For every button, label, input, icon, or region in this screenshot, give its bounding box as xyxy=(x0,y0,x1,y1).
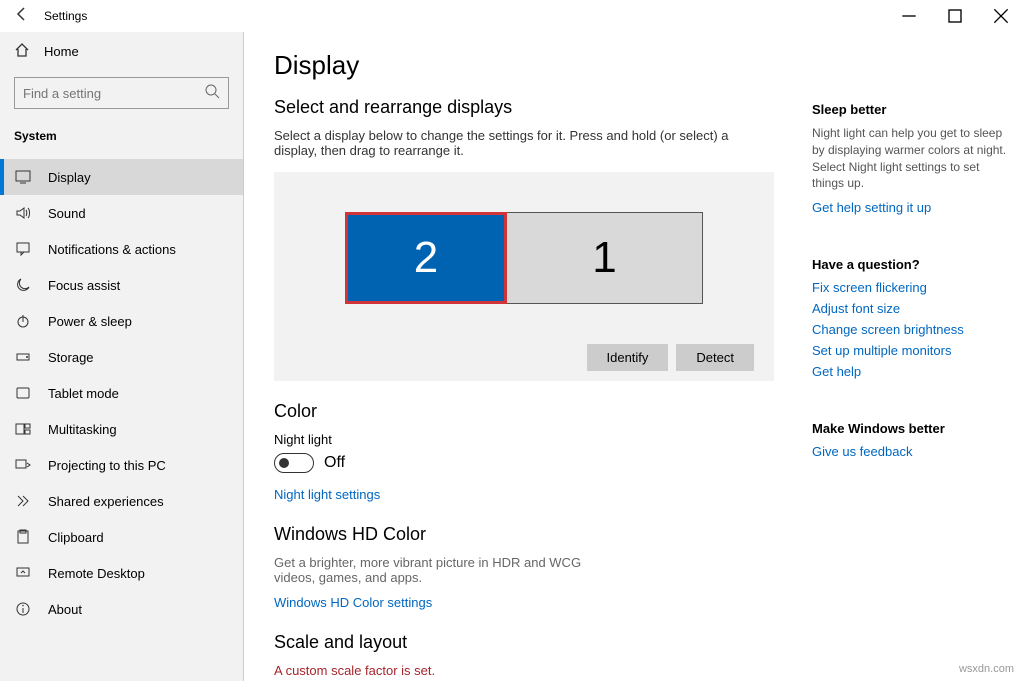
color-heading: Color xyxy=(274,401,774,422)
monitor-2[interactable]: 2 xyxy=(345,212,507,304)
search-input[interactable] xyxy=(23,86,204,101)
question-heading: Have a question? xyxy=(812,257,1008,272)
nav-list: Display Sound Notifications & actions Fo… xyxy=(0,159,243,627)
sidebar: Home System Display Sound Notifications … xyxy=(0,32,244,681)
clipboard-icon xyxy=(14,529,32,545)
projecting-icon xyxy=(14,457,32,473)
scale-warning: A custom scale factor is set. xyxy=(274,663,774,678)
notifications-icon xyxy=(14,241,32,257)
shared-icon xyxy=(14,493,32,509)
help-link-1[interactable]: Adjust font size xyxy=(812,301,1008,316)
hd-settings-link[interactable]: Windows HD Color settings xyxy=(274,595,432,610)
nav-about[interactable]: About xyxy=(0,591,243,627)
multitask-icon xyxy=(14,421,32,437)
minimize-button[interactable] xyxy=(886,0,932,32)
identify-button[interactable]: Identify xyxy=(587,344,669,371)
window-title: Settings xyxy=(44,9,87,23)
nav-clipboard[interactable]: Clipboard xyxy=(0,519,243,555)
right-pane: Sleep better Night light can help you ge… xyxy=(804,32,1024,681)
window-controls xyxy=(886,0,1024,32)
power-icon xyxy=(14,313,32,329)
nav-multitask[interactable]: Multitasking xyxy=(0,411,243,447)
nav-remote[interactable]: Remote Desktop xyxy=(0,555,243,591)
help-link-0[interactable]: Fix screen flickering xyxy=(812,280,1008,295)
night-light-settings-link[interactable]: Night light settings xyxy=(274,487,380,502)
toggle-state: Off xyxy=(324,454,345,472)
search-icon xyxy=(204,83,220,104)
nav-storage[interactable]: Storage xyxy=(0,339,243,375)
nav-sound[interactable]: Sound xyxy=(0,195,243,231)
remote-icon xyxy=(14,565,32,581)
night-light-label: Night light xyxy=(274,432,774,447)
sleep-desc: Night light can help you get to sleep by… xyxy=(812,125,1008,192)
help-link-3[interactable]: Set up multiple monitors xyxy=(812,343,1008,358)
feedback-link[interactable]: Give us feedback xyxy=(812,444,1008,459)
night-light-toggle[interactable] xyxy=(274,453,314,473)
sleep-link[interactable]: Get help setting it up xyxy=(812,200,1008,215)
focus-icon xyxy=(14,277,32,293)
nav-display[interactable]: Display xyxy=(0,159,243,195)
home-label: Home xyxy=(44,44,79,59)
watermark: wsxdn.com xyxy=(959,663,1014,675)
detect-button[interactable]: Detect xyxy=(676,344,754,371)
arrange-heading: Select and rearrange displays xyxy=(274,97,774,118)
home-button[interactable]: Home xyxy=(0,32,243,71)
nav-shared[interactable]: Shared experiences xyxy=(0,483,243,519)
help-link-4[interactable]: Get help xyxy=(812,364,1008,379)
sleep-heading: Sleep better xyxy=(812,102,1008,117)
monitor-1[interactable]: 1 xyxy=(507,212,703,304)
scale-heading: Scale and layout xyxy=(274,632,774,653)
close-button[interactable] xyxy=(978,0,1024,32)
nav-focus[interactable]: Focus assist xyxy=(0,267,243,303)
display-arrange-box: 2 1 Identify Detect xyxy=(274,172,774,381)
about-icon xyxy=(14,601,32,617)
tablet-icon xyxy=(14,385,32,401)
section-label: System xyxy=(0,121,243,151)
help-link-2[interactable]: Change screen brightness xyxy=(812,322,1008,337)
display-icon xyxy=(14,169,32,185)
content-area: Display Select and rearrange displays Se… xyxy=(244,32,804,681)
sound-icon xyxy=(14,205,32,221)
storage-icon xyxy=(14,349,32,365)
home-icon xyxy=(14,42,30,61)
search-box[interactable] xyxy=(14,77,229,109)
page-title: Display xyxy=(274,50,774,81)
hd-desc: Get a brighter, more vibrant picture in … xyxy=(274,555,614,585)
nav-power[interactable]: Power & sleep xyxy=(0,303,243,339)
nav-notifications[interactable]: Notifications & actions xyxy=(0,231,243,267)
better-heading: Make Windows better xyxy=(812,421,1008,436)
back-icon[interactable] xyxy=(14,6,30,27)
titlebar: Settings xyxy=(0,0,1024,32)
arrange-desc: Select a display below to change the set… xyxy=(274,128,774,158)
hd-heading: Windows HD Color xyxy=(274,524,774,545)
maximize-button[interactable] xyxy=(932,0,978,32)
nav-projecting[interactable]: Projecting to this PC xyxy=(0,447,243,483)
nav-tablet[interactable]: Tablet mode xyxy=(0,375,243,411)
